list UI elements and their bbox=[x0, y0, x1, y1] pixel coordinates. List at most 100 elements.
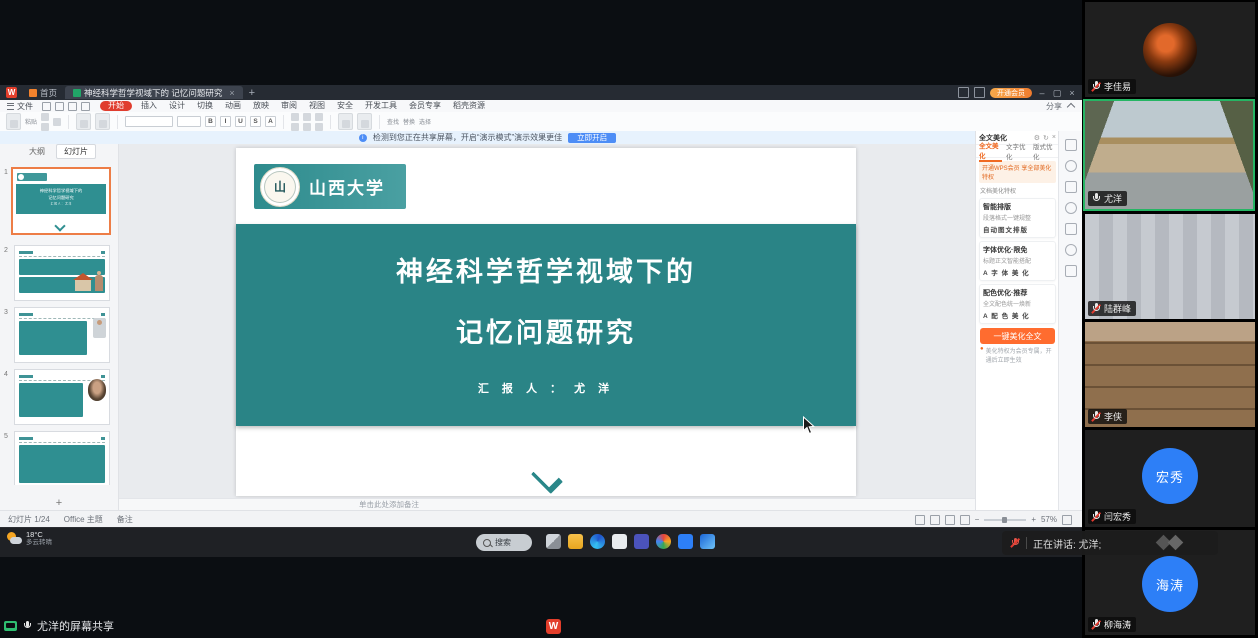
document-tab-close-icon[interactable]: × bbox=[229, 88, 234, 98]
cut-icon[interactable] bbox=[41, 113, 49, 121]
teams-icon[interactable] bbox=[634, 534, 649, 549]
current-slide[interactable]: 山 山西大学 神经科学哲学视域下的 记忆问题研究 汇 报 人 ： 尤 洋 bbox=[236, 148, 856, 496]
zoom-out-button[interactable]: − bbox=[975, 515, 980, 524]
text-direction-icon[interactable] bbox=[315, 123, 323, 131]
normal-view-icon[interactable] bbox=[915, 515, 925, 525]
slide-thumbnail-2[interactable] bbox=[14, 245, 110, 301]
slide-sorter-icon[interactable] bbox=[930, 515, 940, 525]
replace-label[interactable]: 替换 bbox=[403, 117, 415, 126]
meeting-app-icon[interactable] bbox=[656, 534, 671, 549]
layout-icon[interactable] bbox=[958, 87, 969, 98]
help-pane-icon[interactable] bbox=[1065, 244, 1077, 256]
beautify-all-button[interactable]: 一键美化全文 bbox=[980, 328, 1055, 344]
design-ideas-icon[interactable] bbox=[1065, 181, 1077, 193]
numbering-icon[interactable] bbox=[303, 123, 311, 131]
paste-icon[interactable] bbox=[6, 113, 21, 130]
menu-tab-docer[interactable]: 稻壳资源 bbox=[447, 100, 491, 112]
close-icon[interactable]: × bbox=[1067, 88, 1077, 98]
notes-bar[interactable]: 单击此处添加备注 bbox=[119, 498, 975, 510]
more-panes-icon[interactable] bbox=[1065, 265, 1077, 277]
tab-slides[interactable]: 幻灯片 bbox=[56, 144, 96, 159]
collapse-ribbon-icon[interactable] bbox=[1067, 103, 1075, 111]
slide-thumbnail-4[interactable] bbox=[14, 369, 110, 425]
edge-browser-icon[interactable] bbox=[590, 534, 605, 549]
italic-button[interactable]: I bbox=[220, 116, 231, 127]
slide-thumbnail-5[interactable] bbox=[14, 431, 110, 485]
font-family-select[interactable] bbox=[125, 116, 173, 127]
weather-widget[interactable]: 18°C 多云转晴 bbox=[6, 531, 52, 547]
member-pill-button[interactable]: 开通会员 bbox=[990, 88, 1032, 98]
copy-icon[interactable] bbox=[41, 123, 49, 131]
animation-pane-icon[interactable] bbox=[1065, 160, 1077, 172]
underline-button[interactable]: U bbox=[235, 116, 246, 127]
slideshow-icon[interactable] bbox=[960, 515, 970, 525]
wps-app-icon[interactable]: W bbox=[546, 619, 561, 634]
photos-icon[interactable] bbox=[700, 534, 715, 549]
participant-tile-2[interactable]: 尤洋 bbox=[1083, 99, 1255, 211]
participant-tile-3[interactable]: 陆群峰 bbox=[1085, 214, 1255, 319]
reading-view-icon[interactable] bbox=[945, 515, 955, 525]
redo-icon[interactable] bbox=[81, 102, 90, 111]
strikethrough-button[interactable]: S bbox=[250, 116, 261, 127]
layout-picker-icon[interactable] bbox=[95, 113, 110, 130]
maximize-icon[interactable]: ▢ bbox=[1052, 88, 1062, 98]
menu-tab-view[interactable]: 视图 bbox=[303, 100, 331, 112]
skin-icon[interactable] bbox=[974, 87, 985, 98]
bullets-icon[interactable] bbox=[303, 113, 311, 121]
slide-thumbnail-3[interactable] bbox=[14, 307, 110, 363]
menu-tab-insert[interactable]: 插入 bbox=[135, 100, 163, 112]
sidebar-tab-text[interactable]: 文字优化 bbox=[1006, 141, 1029, 161]
fit-slide-icon[interactable] bbox=[1062, 515, 1072, 525]
shapes-icon[interactable] bbox=[338, 113, 353, 130]
properties-icon[interactable] bbox=[1065, 139, 1077, 151]
align-center-icon[interactable] bbox=[291, 123, 299, 131]
tab-home[interactable]: 首页 bbox=[21, 86, 65, 99]
slide-thumbnail-1-selected[interactable]: 神经科学哲学视域下的 记忆问题研究 汇 报 人 ： 尤 洋 bbox=[11, 167, 111, 235]
new-tab-button[interactable]: + bbox=[249, 87, 255, 99]
font-size-select[interactable] bbox=[177, 116, 201, 127]
qq-icon[interactable] bbox=[678, 534, 693, 549]
member-promo-link[interactable]: 开通WPS会员 享全部美化特权 bbox=[979, 161, 1056, 183]
store-icon[interactable] bbox=[612, 534, 627, 549]
new-slide-icon[interactable] bbox=[76, 113, 91, 130]
print-icon[interactable] bbox=[55, 102, 64, 111]
file-explorer-icon[interactable] bbox=[568, 534, 583, 549]
share-button[interactable]: 分享 bbox=[1046, 101, 1062, 112]
menu-tab-slideshow[interactable]: 放映 bbox=[247, 100, 275, 112]
tab-document[interactable]: 神经科学哲学视域下的 记忆问题研究 × bbox=[65, 86, 243, 99]
task-view-icon[interactable] bbox=[546, 534, 561, 549]
participant-tile-5[interactable]: 宏秀 闫宏秀 bbox=[1085, 430, 1255, 527]
participant-tile-1[interactable]: 李佳易 bbox=[1085, 2, 1255, 97]
menu-tab-animation[interactable]: 动画 bbox=[219, 100, 247, 112]
sidebar-card-3[interactable]: 配色优化·推荐 全文配色统一焕新 A 配 色 美 化 bbox=[979, 284, 1056, 324]
menu-tab-member[interactable]: 会员专享 bbox=[403, 100, 447, 112]
selection-pane-icon[interactable] bbox=[1065, 223, 1077, 235]
tab-outline[interactable]: 大纲 bbox=[22, 145, 52, 158]
taskbar-search[interactable]: 搜索 bbox=[476, 534, 532, 551]
find-label[interactable]: 查找 bbox=[387, 117, 399, 126]
save-icon[interactable] bbox=[42, 102, 51, 111]
comments-pane-icon[interactable] bbox=[1065, 202, 1077, 214]
participant-tile-4[interactable]: 李侠 bbox=[1085, 322, 1255, 427]
sidebar-tab-beautify[interactable]: 全文美化 bbox=[979, 140, 1002, 162]
sidebar-tab-layout[interactable]: 版式优化 bbox=[1033, 141, 1056, 161]
format-painter-icon[interactable] bbox=[53, 118, 61, 126]
zoom-level[interactable]: 57% bbox=[1041, 515, 1057, 524]
sidebar-card-1[interactable]: 智能排版 段落格式一键规整 自动图文排版 bbox=[979, 198, 1056, 238]
menu-tab-review[interactable]: 审阅 bbox=[275, 100, 303, 112]
menu-tab-security[interactable]: 安全 bbox=[331, 100, 359, 112]
bold-button[interactable]: B bbox=[205, 116, 216, 127]
notes-toggle[interactable]: 备注 bbox=[117, 514, 133, 525]
notification-action-button[interactable]: 立即开启 bbox=[568, 133, 616, 143]
menu-tab-start[interactable]: 开始 bbox=[100, 101, 132, 111]
zoom-slider[interactable] bbox=[984, 519, 1026, 521]
zoom-in-button[interactable]: + bbox=[1031, 515, 1036, 524]
font-color-button[interactable]: A bbox=[265, 116, 276, 127]
menu-tab-design[interactable]: 设计 bbox=[163, 100, 191, 112]
undo-icon[interactable] bbox=[68, 102, 77, 111]
minimize-icon[interactable]: – bbox=[1037, 88, 1047, 98]
sidebar-card-2[interactable]: 字体优化·限免 标题正文智能搭配 A 字 体 美 化 bbox=[979, 241, 1056, 281]
align-left-icon[interactable] bbox=[291, 113, 299, 121]
add-slide-button[interactable]: + bbox=[0, 496, 118, 510]
menu-tab-transition[interactable]: 切换 bbox=[191, 100, 219, 112]
